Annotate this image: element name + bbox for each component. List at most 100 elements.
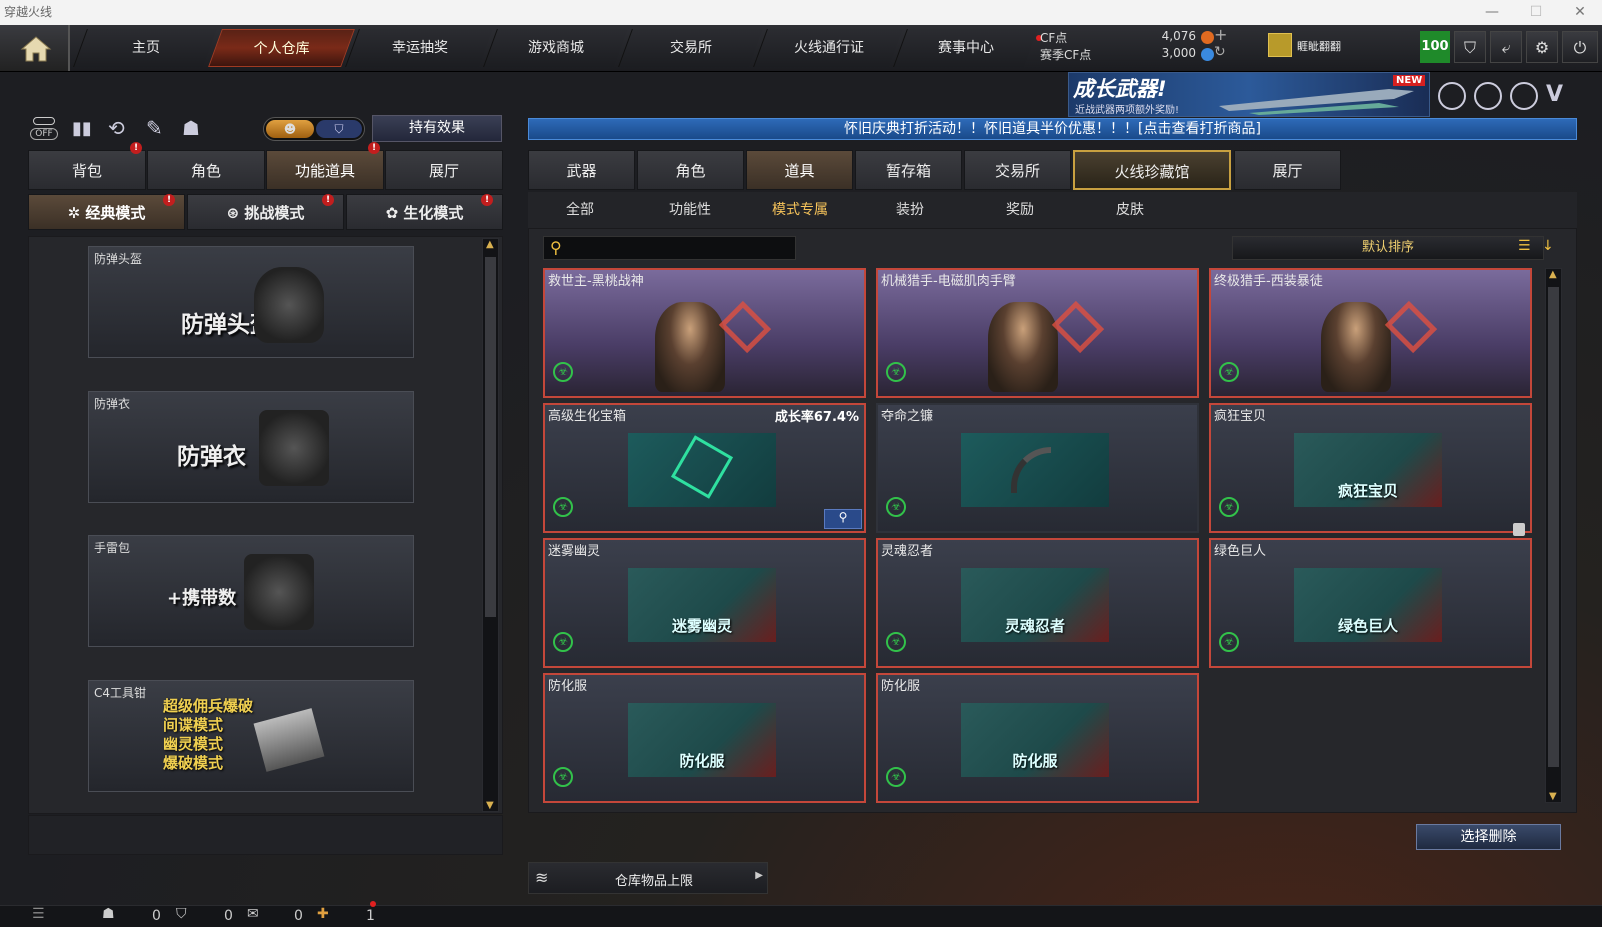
right-tab-1[interactable]: 角色 (637, 150, 744, 190)
item-card[interactable]: 绿色巨人 绿色巨人 ☣ (1209, 538, 1532, 668)
mode-tab-1[interactable]: ⊛ 挑战模式 (187, 194, 344, 230)
shield-icon[interactable]: ⛉ (1454, 31, 1486, 63)
minimize-icon[interactable]: — (1470, 0, 1514, 25)
right-tab-5[interactable]: 火线珍藏馆 (1073, 150, 1231, 190)
guild-icon[interactable]: ⛉ (176, 906, 187, 922)
item-art-label: 防化服 (1012, 752, 1058, 770)
right-scrollbar[interactable]: ▲ ▼ (1545, 268, 1562, 803)
nav-tab-label: 交易所 (670, 40, 712, 56)
scroll-down-icon[interactable]: ▼ (486, 800, 494, 811)
item-card[interactable]: 救世主-黑桃战神 ☣ (543, 268, 866, 398)
item-card[interactable]: 终极猎手-西装暴徒 ☣ (1209, 268, 1532, 398)
gift-icon[interactable]: ✚ (317, 906, 329, 922)
power-icon[interactable]: ⏻ (1562, 31, 1598, 63)
search-input[interactable] (572, 239, 787, 257)
item-card[interactable]: 防化服 防化服 ☣ (876, 673, 1199, 803)
left-card-2[interactable]: 手雷包 +携带数 (88, 535, 414, 647)
close-icon[interactable]: ✕ (1558, 0, 1602, 25)
gear-icon[interactable]: ⚙ (1526, 31, 1558, 63)
sub-tab-0[interactable]: 全部 (528, 194, 632, 226)
nav-tab-2[interactable]: 幸运抽奖 (345, 29, 493, 67)
expand-arrow-icon[interactable]: ▶ (755, 870, 763, 881)
refresh-icon[interactable]: ↻ (1214, 44, 1226, 60)
mode-tab-2[interactable]: ✿ 生化模式 (346, 194, 503, 230)
item-card[interactable]: 机械猎手-电磁肌肉手臂 ☣ (876, 268, 1199, 398)
sub-tab-5[interactable]: 皮肤 (1078, 194, 1182, 226)
left-tab-label: 背包 (71, 162, 102, 180)
item-card[interactable]: 迷雾幽灵 迷雾幽灵 ☣ (543, 538, 866, 668)
right-tab-3[interactable]: 暂存箱 (855, 150, 962, 190)
scroll-down-icon[interactable]: ▼ (1549, 791, 1557, 802)
magnify-icon[interactable]: ⚲ (824, 509, 862, 529)
nav-tab-label: 游戏商城 (528, 40, 584, 56)
emblem-icon-4[interactable]: V (1546, 82, 1576, 110)
brush-icon[interactable]: ✎ (146, 116, 163, 140)
sub-tab-1[interactable]: 功能性 (638, 194, 742, 226)
stats-icon[interactable]: ▮▮ (72, 118, 92, 139)
person-icon[interactable]: ☻ (266, 120, 314, 138)
left-tab-2[interactable]: 功能道具 (266, 150, 384, 190)
left-card-1[interactable]: 防弹衣 防弹衣 (88, 391, 414, 503)
trash-icon[interactable] (1513, 523, 1525, 536)
friends-icon[interactable]: ☗ (102, 906, 115, 922)
sub-tab-4[interactable]: 奖励 (968, 194, 1072, 226)
toggle-icon[interactable]: OFF (30, 117, 58, 141)
sub-tab-label: 装扮 (896, 202, 924, 218)
add-icon[interactable]: + (1214, 25, 1227, 44)
left-tab-3[interactable]: 展厅 (385, 150, 503, 190)
chat-icon[interactable]: ✉ (247, 906, 259, 922)
view-toggle[interactable]: ☻ ⛉ (263, 117, 365, 141)
item-card[interactable]: 灵魂忍者 灵魂忍者 ☣ (876, 538, 1199, 668)
sort-direction-icon[interactable]: ↓ (1542, 238, 1560, 258)
notice-bar[interactable]: 怀旧庆典打折活动！！怀旧道具半价优惠！！！[点击查看打折商品] (528, 118, 1577, 140)
item-card[interactable]: 夺命之镰 ☣ (876, 403, 1199, 533)
left-scrollbar[interactable]: ▲ ▼ (482, 238, 499, 812)
item-card[interactable]: 疯狂宝贝 疯狂宝贝 ☣ (1209, 403, 1532, 533)
sort-dropdown[interactable]: 默认排序 (1232, 236, 1544, 260)
capacity-bar[interactable]: ≋ 仓库物品上限 ▶ (528, 862, 768, 894)
item-name: 高级生化宝箱 (548, 409, 627, 424)
exit-room-icon[interactable]: ⤶ (1490, 31, 1522, 63)
bag-icon[interactable]: ☗ (182, 116, 200, 140)
promo-banner[interactable]: 成长武器! 近战武器两项额外奖励! NEW (1068, 72, 1430, 117)
left-scroll-thumb[interactable] (485, 257, 496, 617)
select-delete-button[interactable]: 选择删除 (1416, 824, 1561, 850)
list-view-icon[interactable]: ☰ (1518, 238, 1536, 258)
right-tab-4[interactable]: 交易所 (964, 150, 1071, 190)
nav-tab-5[interactable]: 火线通行证 (753, 29, 903, 67)
mode-line: 间谍模式 (163, 716, 224, 734)
cf-coin-icon (1201, 31, 1214, 44)
search-box[interactable]: ⚲ (543, 236, 796, 260)
nav-tab-0[interactable]: 主页 (73, 29, 217, 67)
nav-tab-3[interactable]: 游戏商城 (483, 29, 628, 67)
item-card[interactable]: 高级生化宝箱 成长率67.4% ☣ ⚲ (543, 403, 866, 533)
right-scroll-thumb[interactable] (1548, 287, 1559, 767)
right-tab-6[interactable]: 展厅 (1234, 150, 1341, 190)
left-card-3[interactable]: C4工具钳 超级佣兵爆破 间谍模式 幽灵模式 爆破模式 (88, 680, 414, 792)
maximize-icon[interactable]: ☐ (1514, 0, 1558, 25)
scroll-up-icon[interactable]: ▲ (486, 239, 494, 250)
home-button[interactable] (0, 25, 70, 71)
left-tab-0[interactable]: 背包 (28, 150, 146, 190)
history-icon[interactable]: ⟲ (108, 116, 125, 140)
hold-effect-button[interactable]: 持有效果 (372, 115, 502, 142)
right-tab-0[interactable]: 武器 (528, 150, 635, 190)
shield-toggle-icon[interactable]: ⛉ (316, 120, 362, 138)
menu-icon[interactable]: ☰ (32, 906, 45, 922)
nav-tab-label: 个人仓库 (253, 41, 310, 57)
emblem-icon-2[interactable] (1474, 82, 1502, 110)
sub-tab-3[interactable]: 装扮 (858, 194, 962, 226)
left-card-0[interactable]: 防弹头盔 防弹头盔 (88, 246, 414, 358)
nav-tab-label: 赛事中心 (938, 40, 994, 56)
scroll-up-icon[interactable]: ▲ (1549, 269, 1557, 280)
emblem-icon-1[interactable] (1438, 82, 1466, 110)
right-tab-2[interactable]: 道具 (746, 150, 853, 190)
item-card[interactable]: 防化服 防化服 ☣ (543, 673, 866, 803)
mode-tab-0[interactable]: ✲ 经典模式 (28, 194, 185, 230)
nav-tab-6[interactable]: 赛事中心 (893, 29, 1038, 67)
sub-tab-2[interactable]: 模式专属 (748, 194, 852, 226)
left-tab-1[interactable]: 角色 (147, 150, 265, 190)
emblem-icon-3[interactable] (1510, 82, 1538, 110)
nav-tab-4[interactable]: 交易所 (618, 29, 763, 67)
nav-tab-1[interactable]: 个人仓库 (208, 29, 355, 67)
